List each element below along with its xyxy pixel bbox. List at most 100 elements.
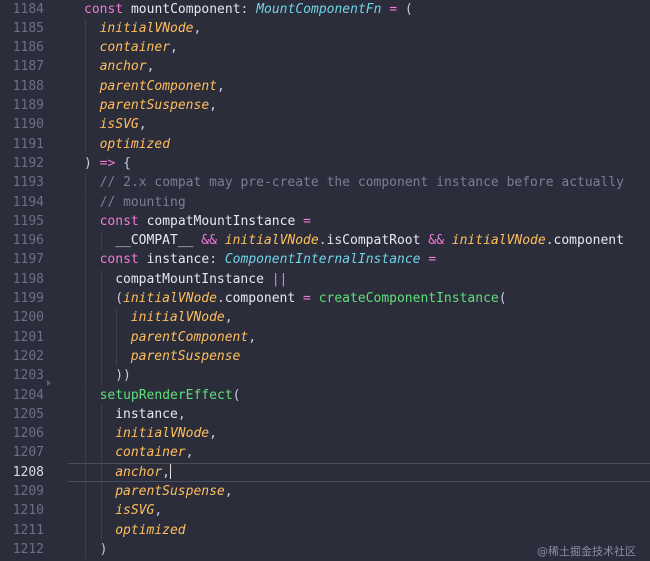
code-line[interactable]: 1206 initialVNode, xyxy=(0,424,650,444)
indent-guide xyxy=(85,366,86,386)
code-line[interactable]: 1200 initialVNode, xyxy=(0,308,650,328)
line-number[interactable]: 1204 xyxy=(0,386,44,405)
code-line[interactable]: 1199 (initialVNode.component = createComp… xyxy=(0,289,650,309)
code-text[interactable]: container, xyxy=(100,38,178,57)
line-number[interactable]: 1212 xyxy=(0,540,44,559)
code-text[interactable]: setupRenderEffect( xyxy=(100,386,241,405)
line-number[interactable]: 1210 xyxy=(0,501,44,520)
code-line[interactable]: 1209 parentSuspense, xyxy=(0,482,650,502)
line-number[interactable]: 1184 xyxy=(0,0,44,19)
code-line[interactable]: 1208 anchor, xyxy=(0,462,650,482)
line-number[interactable]: 1188 xyxy=(0,77,44,96)
code-editor[interactable]: 1184 const mountComponent: MountComponent… xyxy=(0,0,650,561)
line-number[interactable]: 1207 xyxy=(0,443,44,462)
line-number[interactable]: 1197 xyxy=(0,250,44,269)
line-number[interactable]: 1187 xyxy=(0,57,44,76)
line-number[interactable]: 1198 xyxy=(0,270,44,289)
code-line[interactable]: 1196 __COMPAT__ && initialVNode.isCompatR… xyxy=(0,231,650,251)
code-line[interactable]: 1191 optimized xyxy=(0,134,650,154)
code-line[interactable]: 1188 parentComponent, xyxy=(0,76,650,96)
code-line[interactable]: 1186 container, xyxy=(0,38,650,58)
line-number[interactable]: 1211 xyxy=(0,521,44,540)
line-number[interactable]: 1192 xyxy=(0,154,44,173)
code-text[interactable]: ) xyxy=(100,540,108,559)
indent-guide xyxy=(116,327,118,347)
code-line[interactable]: 1185 initialVNode, xyxy=(0,18,650,39)
code-line[interactable]: 1204 setupRenderEffect( xyxy=(0,385,650,405)
code-text[interactable]: container, xyxy=(115,443,193,462)
line-number[interactable]: 1186 xyxy=(0,38,44,57)
code-text[interactable]: ) => { xyxy=(84,154,131,173)
code-text[interactable]: initialVNode, xyxy=(100,19,202,38)
line-number[interactable]: 1205 xyxy=(0,405,44,424)
line-number[interactable]: 1195 xyxy=(0,212,44,231)
code-text[interactable]: parentSuspense, xyxy=(100,96,217,115)
code-line[interactable]: 1211 optimized xyxy=(0,520,650,540)
code-line[interactable]: 1210 isSVG, xyxy=(0,501,650,521)
code-text[interactable]: initialVNode, xyxy=(115,424,217,443)
line-number[interactable]: 1203 xyxy=(0,366,44,385)
code-text[interactable]: __COMPAT__ && initialVNode.isCompatRoot … xyxy=(115,231,624,250)
code-token: . xyxy=(545,233,554,249)
code-token: isCompatRoot xyxy=(326,233,421,249)
code-text[interactable]: anchor, xyxy=(115,463,171,482)
code-text[interactable]: optimized xyxy=(100,135,170,154)
indent-guide xyxy=(85,443,86,463)
code-token: setupRenderEffect xyxy=(99,387,233,403)
line-number[interactable]: 1185 xyxy=(0,19,44,38)
code-line[interactable]: 1189 parentSuspense, xyxy=(0,96,650,116)
code-line[interactable]: 1187 anchor, xyxy=(0,57,650,77)
code-text[interactable]: instance, xyxy=(115,405,185,424)
code-text[interactable]: (initialVNode.component = createComponen… xyxy=(115,289,506,308)
code-line[interactable]: 1202 parentSuspense xyxy=(0,346,650,367)
code-text[interactable]: const compatMountInstance = xyxy=(100,212,311,231)
code-text[interactable]: anchor, xyxy=(100,57,155,76)
line-number[interactable]: 1196 xyxy=(0,231,44,250)
indent-guide xyxy=(85,269,86,289)
code-line[interactable]: 1198 compatMountInstance || xyxy=(0,269,650,289)
indent-guide xyxy=(85,192,86,212)
code-line[interactable]: 1192 ) => { xyxy=(0,154,650,173)
code-line[interactable]: 1207 container, xyxy=(0,443,650,463)
code-line[interactable]: 1197 const instance: ComponentInternalIns… xyxy=(0,250,650,270)
code-line[interactable]: 1184 const mountComponent: MountComponent… xyxy=(0,0,650,19)
line-number[interactable]: 1208 xyxy=(0,463,44,482)
code-text[interactable]: const mountComponent: MountComponentFn =… xyxy=(84,0,413,19)
line-number[interactable]: 1194 xyxy=(0,193,44,212)
line-number[interactable]: 1193 xyxy=(0,173,44,192)
code-text[interactable]: initialVNode, xyxy=(131,308,233,327)
line-number[interactable]: 1209 xyxy=(0,482,44,501)
code-text[interactable]: )) xyxy=(115,366,131,385)
code-text[interactable]: // 2.x compat may pre-create the compone… xyxy=(100,173,624,192)
code-text[interactable]: // mounting xyxy=(100,193,186,212)
code-line[interactable]: 1195 const compatMountInstance = xyxy=(0,211,650,232)
line-number[interactable]: 1191 xyxy=(0,135,44,154)
code-line[interactable]: 1194 // mounting xyxy=(0,192,650,212)
code-text[interactable]: parentComponent, xyxy=(131,328,256,347)
code-token: . xyxy=(216,291,225,306)
code-line[interactable]: 1201 parentComponent, xyxy=(0,327,650,347)
line-number[interactable]: 1199 xyxy=(0,289,44,308)
code-text[interactable]: isSVG, xyxy=(115,501,162,520)
code-line[interactable]: 1190 isSVG, xyxy=(0,115,650,135)
line-number[interactable]: 1189 xyxy=(0,96,44,115)
code-line[interactable]: 1205 instance, xyxy=(0,404,650,425)
indent-guide xyxy=(116,346,118,367)
line-number[interactable]: 1200 xyxy=(0,308,44,327)
line-number[interactable]: 1201 xyxy=(0,328,44,347)
line-number[interactable]: 1202 xyxy=(0,347,44,366)
code-text[interactable]: parentSuspense, xyxy=(115,482,232,501)
code-line[interactable]: 1193 // 2.x compat may pre-create the com… xyxy=(0,173,650,193)
line-number[interactable]: 1206 xyxy=(0,424,44,443)
code-line[interactable]: 1203)) xyxy=(0,366,650,387)
line-number[interactable]: 1190 xyxy=(0,115,44,134)
code-token: , xyxy=(248,329,257,345)
code-text[interactable]: parentSuspense xyxy=(131,347,241,366)
code-text[interactable]: parentComponent, xyxy=(100,77,225,96)
code-text[interactable]: isSVG, xyxy=(100,115,147,134)
code-text[interactable]: const instance: ComponentInternalInstanc… xyxy=(100,250,437,269)
code-token: parentSuspense xyxy=(115,484,225,499)
code-text[interactable]: compatMountInstance || xyxy=(115,270,287,289)
indent-guide xyxy=(85,327,86,347)
code-text[interactable]: optimized xyxy=(115,521,185,540)
